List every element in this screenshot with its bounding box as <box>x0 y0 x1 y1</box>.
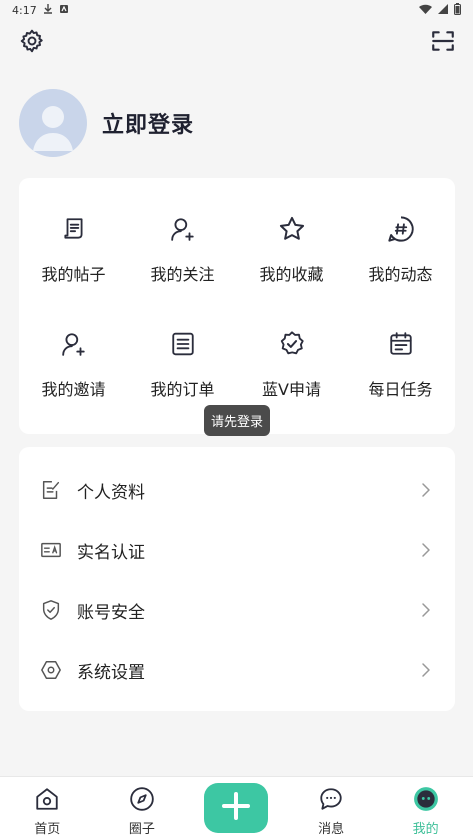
list-item-label: 账号安全 <box>77 602 145 623</box>
grid-item-my-activity[interactable]: 我的动态 <box>346 214 455 329</box>
chevron-right-icon <box>419 541 433 559</box>
grid-label: 我的关注 <box>150 265 215 284</box>
status-time: 4:17 <box>12 3 37 17</box>
grid-label: 每日任务 <box>368 380 433 399</box>
nav-label: 消息 <box>318 822 345 837</box>
battery-icon <box>454 2 461 18</box>
grid-label: 我的订单 <box>150 380 215 399</box>
chevron-right-icon <box>419 601 433 619</box>
wifi-icon <box>419 4 432 17</box>
verified-badge-icon <box>277 329 307 359</box>
top-actions <box>18 26 457 56</box>
nav-me[interactable]: 我的 <box>378 777 473 840</box>
settings-list-card: 个人资料 实名认证 账号安全 系统设置 <box>19 447 455 711</box>
grid-item-my-favorites[interactable]: 我的收藏 <box>237 214 346 329</box>
hashtag-icon <box>386 214 416 244</box>
list-item-label: 实名认证 <box>77 542 145 563</box>
status-bar: 4:17 <box>0 0 473 20</box>
scan-icon[interactable] <box>429 27 457 55</box>
create-post-button[interactable] <box>204 783 269 833</box>
signal-icon <box>438 3 448 17</box>
nav-create[interactable] <box>189 777 284 840</box>
list-item-label: 系统设置 <box>77 662 145 683</box>
order-icon <box>168 329 198 359</box>
shield-icon <box>40 599 62 621</box>
profile-header[interactable]: 立即登录 <box>19 89 194 157</box>
nav-label: 圈子 <box>128 822 155 837</box>
plus-icon <box>221 791 251 825</box>
grid-item-my-follows[interactable]: 我的关注 <box>128 214 237 329</box>
chevron-right-icon <box>419 481 433 499</box>
grid-label: 我的邀请 <box>41 380 106 399</box>
home-icon <box>33 785 61 813</box>
compass-icon <box>128 785 156 813</box>
star-icon <box>277 214 307 244</box>
download-icon <box>43 3 53 17</box>
list-item-label: 个人资料 <box>77 482 145 503</box>
grid-label: 我的收藏 <box>259 265 324 284</box>
calendar-icon <box>386 329 416 359</box>
notification-icon <box>59 4 69 17</box>
me-icon <box>412 785 440 813</box>
settings-gear-icon[interactable] <box>18 27 46 55</box>
hex-settings-icon <box>40 659 62 681</box>
chevron-right-icon <box>419 661 433 679</box>
nav-label: 首页 <box>34 822 61 837</box>
list-item-account-security[interactable]: 账号安全 <box>19 580 455 640</box>
grid-item-daily-tasks[interactable]: 每日任务 <box>346 329 455 444</box>
id-card-icon <box>40 539 62 561</box>
grid-label: 我的动态 <box>368 265 433 284</box>
grid-label: 我的帖子 <box>41 265 106 284</box>
list-item-profile[interactable]: 个人资料 <box>19 460 455 520</box>
post-icon <box>59 214 89 244</box>
bottom-nav: 首页 圈子 消息 我的 <box>0 776 473 840</box>
avatar[interactable] <box>19 89 87 157</box>
nav-label: 我的 <box>412 822 439 837</box>
list-item-real-name[interactable]: 实名认证 <box>19 520 455 580</box>
grid-label: 蓝V申请 <box>262 380 321 399</box>
follow-icon <box>168 214 198 244</box>
quick-actions-card: 我的帖子 我的关注 我的收藏 我的动态 我的邀请 我的订单 蓝V申请 每日任务 <box>19 178 455 434</box>
edit-profile-icon <box>40 479 62 501</box>
message-icon <box>317 785 345 813</box>
login-link[interactable]: 立即登录 <box>102 107 194 139</box>
grid-item-my-posts[interactable]: 我的帖子 <box>19 214 128 329</box>
login-required-tooltip: 请先登录 <box>204 405 270 436</box>
nav-home[interactable]: 首页 <box>0 777 95 840</box>
nav-messages[interactable]: 消息 <box>284 777 379 840</box>
invite-icon <box>59 329 89 359</box>
grid-item-my-invites[interactable]: 我的邀请 <box>19 329 128 444</box>
list-item-system-settings[interactable]: 系统设置 <box>19 640 455 700</box>
nav-circle[interactable]: 圈子 <box>95 777 190 840</box>
